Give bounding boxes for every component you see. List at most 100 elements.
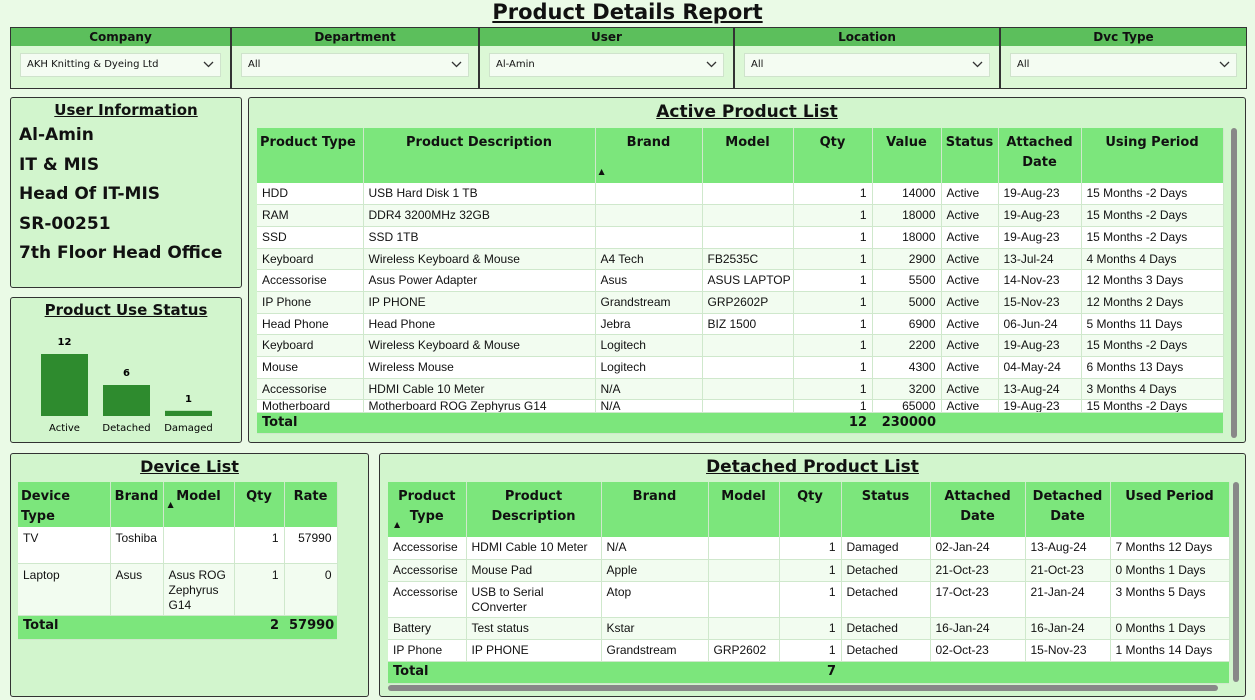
table-row[interactable]: RAM DDR4 3200MHz 32GB 1 18000 Active 19-Aug-2… — [257, 204, 1224, 227]
table-cell: Active — [941, 269, 999, 292]
total-row: Total 7 — [388, 661, 1229, 684]
col-header[interactable]: Attached Date — [930, 482, 1026, 537]
col-header[interactable]: Value — [872, 128, 942, 183]
col-header[interactable]: Brand — [601, 482, 709, 537]
total-cell — [163, 615, 234, 640]
table-cell: 19-Aug-23 — [998, 204, 1082, 227]
user-dropdown[interactable]: Al-Amin — [489, 53, 724, 77]
bar-detached[interactable] — [103, 385, 150, 416]
table-cell: HDD — [257, 183, 364, 206]
report-title: Product Details Report — [492, 0, 763, 24]
table-row[interactable]: Accessorise Asus Power Adapter Asus ASUS LA… — [257, 269, 1224, 292]
col-header[interactable]: Brand — [110, 482, 164, 527]
bar-damaged[interactable] — [165, 410, 212, 416]
table-row[interactable]: Accessorise HDMI Cable 10 Meter N/A 1 Damage… — [388, 537, 1230, 560]
table-cell: Detached — [841, 639, 931, 662]
table-row[interactable]: Laptop Asus Asus ROG Zephyrus G14 1 0 — [18, 563, 338, 616]
table-row[interactable]: Accessorise Mouse Pad Apple 1 Detached 21-Oct… — [388, 559, 1230, 582]
table-cell: IP PHONE — [466, 639, 602, 662]
location-dropdown[interactable]: All — [744, 53, 990, 77]
table-cell: RAM — [257, 204, 364, 227]
active-list-scrollbar[interactable] — [1231, 128, 1237, 438]
table-row[interactable]: Accessorise HDMI Cable 10 Meter N/A 1 3200 Ac… — [257, 378, 1224, 401]
company-dropdown[interactable]: AKH Knitting & Dyeing Ltd — [20, 53, 221, 77]
col-header[interactable]: Detached Date — [1025, 482, 1111, 537]
user-name: Al-Amin — [19, 125, 94, 145]
col-header[interactable]: Product Type ▲ — [388, 482, 467, 537]
table-cell: Active — [941, 291, 999, 314]
col-header[interactable]: Qty — [793, 128, 873, 183]
col-header[interactable]: Qty — [779, 482, 842, 537]
col-header[interactable]: Product Description — [363, 128, 596, 183]
table-cell: Active — [941, 204, 999, 227]
filter-user: User Al-Amin — [479, 27, 734, 89]
table-cell: Wireless Keyboard & Mouse — [363, 248, 596, 271]
col-header[interactable]: Qty — [234, 482, 285, 527]
col-header[interactable]: Attached Date — [998, 128, 1082, 183]
table-row[interactable]: Motherboard Motherboard ROG Zephyrus G14 N… — [257, 399, 1224, 414]
col-header[interactable]: Using Period — [1081, 128, 1224, 183]
dropdown-value: Al-Amin — [496, 59, 535, 70]
table-cell — [702, 356, 794, 379]
table-row[interactable]: IP Phone IP PHONE Grandstream GRP2602 1 Detac… — [388, 639, 1230, 662]
table-cell: 1 — [234, 527, 285, 564]
table-row[interactable]: Accessorise USB to Serial COnverter Atop 1 D… — [388, 581, 1230, 618]
total-cell — [1110, 661, 1229, 684]
col-header[interactable]: Used Period — [1110, 482, 1230, 537]
table-cell: 1 — [779, 617, 842, 640]
col-header[interactable]: Device Type — [18, 482, 111, 527]
table-row[interactable]: Keyboard Wireless Keyboard & Mouse Logitec… — [257, 334, 1224, 357]
table-row[interactable]: HDD USB Hard Disk 1 TB 1 14000 Active 19-Aug-… — [257, 183, 1224, 206]
bar-active[interactable] — [41, 354, 88, 416]
col-header[interactable]: Product Type — [257, 128, 364, 183]
table-cell: Grandstream — [601, 639, 709, 662]
table-row[interactable]: Mouse Wireless Mouse Logitech 1 4300 Active 04… — [257, 356, 1224, 379]
total-cell — [941, 412, 998, 435]
active-product-table: Product Type Product Description Brand ▲ … — [257, 128, 1224, 435]
table-row[interactable]: SSD SSD 1TB 1 18000 Active 19-Aug-23 15 Months… — [257, 226, 1224, 249]
table-cell: IP Phone — [388, 639, 467, 662]
col-header[interactable]: ▲ Model — [163, 482, 235, 527]
user-info-panel: User Information Al-Amin IT & MIS Head O… — [10, 97, 242, 288]
table-cell: 13-Aug-24 — [1025, 537, 1111, 560]
col-header[interactable]: Model — [702, 128, 794, 183]
dvc-type-dropdown[interactable]: All — [1010, 53, 1237, 77]
bar-value-label: 12 — [58, 337, 72, 348]
chevron-down-icon — [203, 61, 214, 68]
total-cell — [466, 661, 601, 684]
table-cell: 1 — [793, 356, 873, 379]
detached-list-hscrollbar[interactable] — [388, 685, 1218, 691]
total-cell — [601, 661, 708, 684]
total-cell — [1025, 661, 1110, 684]
total-row: Total 2 57990 — [18, 615, 337, 640]
col-header[interactable]: Model — [708, 482, 780, 537]
col-header[interactable]: Rate — [284, 482, 338, 527]
table-cell: 16-Jan-24 — [1025, 617, 1111, 640]
col-header[interactable]: Status — [841, 482, 931, 537]
department-dropdown[interactable]: All — [241, 53, 469, 77]
table-row[interactable]: Battery Test status Kstar 1 Detached 16-Jan-2… — [388, 617, 1230, 640]
use-status-title: Product Use Status — [44, 301, 208, 319]
col-header[interactable]: Status — [941, 128, 999, 183]
table-cell: 06-Jun-24 — [998, 313, 1082, 336]
table-cell: 15 Months -2 Days — [1081, 226, 1224, 249]
detached-list-vscrollbar[interactable] — [1233, 482, 1239, 682]
col-header[interactable]: Product Description — [466, 482, 602, 537]
table-row[interactable]: TV Toshiba 1 57990 — [18, 527, 338, 564]
table-cell: 02-Jan-24 — [930, 537, 1026, 560]
total-cell — [595, 412, 702, 435]
user-department: IT & MIS — [19, 154, 100, 175]
col-header[interactable]: Brand ▲ — [595, 128, 703, 183]
table-cell: 1 — [779, 639, 842, 662]
table-cell: Asus Power Adapter — [363, 269, 596, 292]
table-cell: Damaged — [841, 537, 931, 560]
table-cell: USB to Serial COnverter — [466, 581, 602, 618]
table-cell: 1 — [793, 269, 873, 292]
table-cell — [702, 183, 794, 206]
table-row[interactable]: IP Phone IP PHONE Grandstream GRP2602P 1 5000… — [257, 291, 1224, 314]
total-cell — [998, 412, 1081, 435]
table-row[interactable]: Keyboard Wireless Keyboard & Mouse A4 Tech… — [257, 248, 1224, 271]
total-cell — [702, 412, 793, 435]
table-row[interactable]: Head Phone Head Phone Jebra BIZ 1500 1 6900 Ac… — [257, 313, 1224, 336]
filter-dvc-type: Dvc Type All — [1000, 27, 1247, 89]
